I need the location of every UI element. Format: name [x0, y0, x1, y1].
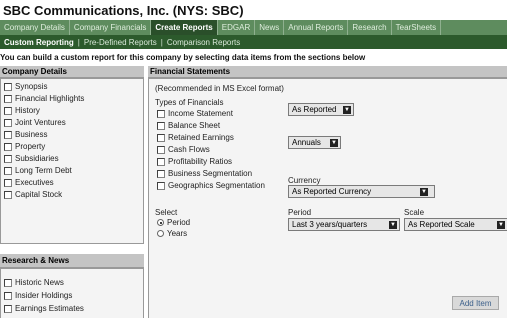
checkbox-icon[interactable] — [4, 166, 12, 175]
checkbox-financial-highlights[interactable]: Financial Highlights — [4, 94, 84, 103]
tab-annual-reports[interactable]: Annual Reports — [284, 20, 349, 35]
checkbox-icon[interactable] — [157, 157, 165, 166]
subnav-comparison-reports[interactable]: Comparison Reports — [167, 38, 240, 47]
scale-label: Scale — [404, 208, 425, 217]
checkbox-icon[interactable] — [157, 133, 165, 142]
add-item-button[interactable]: Add Item — [452, 296, 499, 310]
select-label: Select — [155, 208, 178, 217]
research-news-heading: Research & News — [0, 254, 144, 268]
sub-navigation: Custom Reporting | Pre-Defined Reports |… — [0, 35, 507, 49]
checkbox-income-statement[interactable]: Income Statement — [157, 109, 233, 118]
reporting-basis-select[interactable]: As Reported ▼ — [288, 103, 354, 116]
dropdown-arrow-icon[interactable]: ▼ — [497, 221, 505, 229]
page-title: SBC Communications, Inc. (NYS: SBC) — [3, 3, 244, 18]
checkbox-property[interactable]: Property — [4, 142, 45, 151]
radio-selected-icon[interactable] — [157, 219, 164, 226]
dropdown-arrow-icon[interactable]: ▼ — [343, 106, 351, 114]
checkbox-subsidiaries[interactable]: Subsidiaries — [4, 154, 59, 163]
currency-select[interactable]: As Reported Currency ▼ — [288, 185, 435, 198]
period-select[interactable]: Last 3 years/quarters ▼ — [288, 218, 400, 231]
subnav-separator: | — [160, 37, 163, 47]
company-details-heading: Company Details — [0, 66, 144, 78]
checkbox-icon[interactable] — [4, 304, 12, 313]
checkbox-business-segmentation[interactable]: Business Segmentation — [157, 169, 252, 178]
checkbox-icon[interactable] — [157, 145, 165, 154]
dropdown-arrow-icon[interactable]: ▼ — [420, 188, 428, 196]
checkbox-icon[interactable] — [4, 82, 12, 91]
subnav-custom-reporting[interactable]: Custom Reporting — [4, 38, 74, 47]
checkbox-icon[interactable] — [4, 142, 12, 151]
checkbox-icon[interactable] — [157, 169, 165, 178]
checkbox-icon[interactable] — [4, 278, 12, 287]
subnav-pre-defined-reports[interactable]: Pre-Defined Reports — [84, 38, 157, 47]
excel-note: (Recommended in MS Excel format) — [155, 84, 284, 93]
checkbox-long-term-debt[interactable]: Long Term Debt — [4, 166, 72, 175]
checkbox-synopsis[interactable]: Synopsis — [4, 82, 47, 91]
checkbox-icon[interactable] — [4, 130, 12, 139]
checkbox-icon[interactable] — [157, 181, 165, 190]
tab-company-details[interactable]: Company Details — [0, 20, 70, 35]
checkbox-profitability-ratios[interactable]: Profitability Ratios — [157, 157, 232, 166]
checkbox-capital-stock[interactable]: Capital Stock — [4, 190, 62, 199]
checkbox-insider-holdings[interactable]: Insider Holdings — [4, 291, 72, 300]
tab-news[interactable]: News — [255, 20, 285, 35]
checkbox-joint-ventures[interactable]: Joint Ventures — [4, 118, 66, 127]
currency-label: Currency — [288, 176, 321, 185]
checkbox-icon[interactable] — [157, 109, 165, 118]
subnav-separator: | — [77, 37, 80, 47]
scale-select[interactable]: As Reported Scale ▼ — [404, 218, 507, 231]
types-of-financials-label: Types of Financials — [155, 98, 224, 107]
checkbox-business[interactable]: Business — [4, 130, 47, 139]
radio-period[interactable]: Period — [157, 218, 190, 227]
checkbox-cash-flows[interactable]: Cash Flows — [157, 145, 210, 154]
tab-edgar[interactable]: EDGAR — [218, 20, 256, 35]
period-label: Period — [288, 208, 312, 217]
radio-icon[interactable] — [157, 230, 164, 237]
checkbox-earnings-estimates[interactable]: Earnings Estimates — [4, 304, 84, 313]
checkbox-executives[interactable]: Executives — [4, 178, 54, 187]
checkbox-icon[interactable] — [4, 106, 12, 115]
checkbox-balance-sheet[interactable]: Balance Sheet — [157, 121, 220, 130]
checkbox-icon[interactable] — [4, 291, 12, 300]
tab-create-reports[interactable]: Create Reports — [151, 20, 218, 35]
checkbox-icon[interactable] — [4, 118, 12, 127]
frequency-select[interactable]: Annuals ▼ — [288, 136, 341, 149]
financial-statements-heading: Financial Statements — [148, 66, 507, 78]
intro-text: You can build a custom report for this c… — [0, 53, 366, 62]
radio-years[interactable]: Years — [157, 229, 187, 238]
checkbox-retained-earnings[interactable]: Retained Earnings — [157, 133, 234, 142]
checkbox-history[interactable]: History — [4, 106, 40, 115]
checkbox-historic-news[interactable]: Historic News — [4, 278, 64, 287]
tab-research[interactable]: Research — [348, 20, 392, 35]
checkbox-icon[interactable] — [4, 178, 12, 187]
checkbox-icon[interactable] — [157, 121, 165, 130]
tab-company-financials[interactable]: Company Financials — [70, 20, 152, 35]
main-tabs: Company Details Company Financials Creat… — [0, 20, 507, 35]
checkbox-icon[interactable] — [4, 190, 12, 199]
dropdown-arrow-icon[interactable]: ▼ — [389, 221, 397, 229]
checkbox-geographics-segmentation[interactable]: Geographics Segmentation — [157, 181, 265, 190]
tab-tearsheets[interactable]: TearSheets — [392, 20, 442, 35]
checkbox-icon[interactable] — [4, 154, 12, 163]
dropdown-arrow-icon[interactable]: ▼ — [330, 139, 338, 147]
checkbox-icon[interactable] — [4, 94, 12, 103]
